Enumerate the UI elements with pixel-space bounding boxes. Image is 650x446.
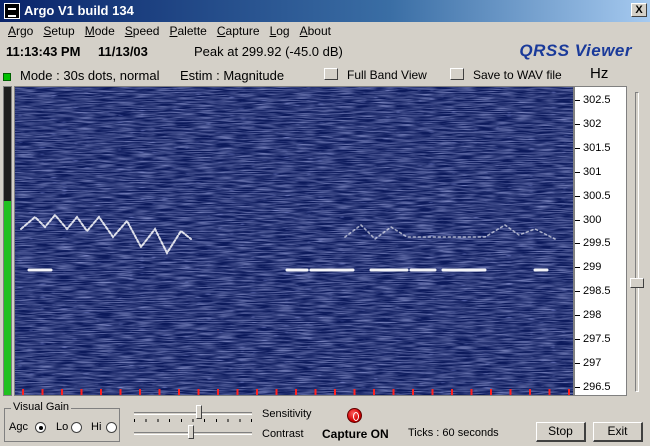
scale-tick-label: 302 <box>583 117 602 130</box>
full-band-view-label[interactable]: Full Band View <box>347 68 427 82</box>
peak-readout: Peak at 299.92 (-45.0 dB) <box>194 44 343 59</box>
scale-tick <box>575 267 580 269</box>
clock-time: 11:13:43 PM <box>6 44 81 59</box>
full-band-view-checkbox[interactable] <box>324 68 338 80</box>
gain-lo-radio[interactable] <box>71 422 82 433</box>
scale-tick-label: 301 <box>583 165 602 178</box>
capture-status: Capture ON <box>322 427 389 441</box>
capture-indicator-icon[interactable] <box>347 408 362 423</box>
scale-tick-label: 299.5 <box>583 237 611 250</box>
app-icon[interactable] <box>4 3 20 19</box>
scale-tick-label: 300 <box>583 213 602 226</box>
scale-tick-label: 297 <box>583 356 602 369</box>
close-button[interactable]: X <box>631 3 647 17</box>
waterfall-canvas[interactable] <box>15 87 574 396</box>
scale-tick <box>575 291 580 293</box>
save-wav-checkbox[interactable] <box>450 68 464 80</box>
menu-argo[interactable]: Argo <box>3 22 38 40</box>
save-wav-label[interactable]: Save to WAV file <box>473 68 562 82</box>
scale-tick-label: 301.5 <box>583 141 611 154</box>
menu-about[interactable]: About <box>295 22 336 40</box>
menu-setup[interactable]: Setup <box>38 22 79 40</box>
window-title: Argo V1 build 134 <box>24 3 134 18</box>
visual-gain-group: Visual Gain Agc Lo Hi <box>4 401 120 442</box>
clock-date: 11/13/03 <box>98 44 148 59</box>
frequency-scale: 302.5 302 301.5 301 300.5 300 299.5 299 298.5 298… <box>574 86 627 396</box>
bottom-panel: Visual Gain Agc Lo Hi Sensitivity Contra… <box>0 400 650 446</box>
menu-speed[interactable]: Speed <box>120 22 165 40</box>
mode-status: Mode : 30s dots, normal <box>20 68 160 83</box>
gain-lo-label[interactable]: Lo <box>56 421 68 433</box>
scale-tick-label: 300.5 <box>583 189 611 202</box>
exit-button[interactable]: Exit <box>593 422 643 442</box>
sensitivity-track <box>134 412 252 415</box>
scale-tick <box>575 315 580 317</box>
sensitivity-label: Sensitivity <box>262 408 312 420</box>
gain-agc-radio[interactable] <box>35 422 46 433</box>
scale-tick <box>575 100 580 101</box>
sensitivity-ticks <box>134 419 252 422</box>
scale-tick-label: 302.5 <box>583 94 611 106</box>
scale-tick-label: 299 <box>583 261 602 274</box>
gain-hi-label[interactable]: Hi <box>91 421 101 433</box>
frequency-offset-slider[interactable] <box>630 92 644 392</box>
scale-tick <box>575 195 580 197</box>
sensitivity-slider[interactable] <box>134 405 252 422</box>
scale-tick-label: 296.5 <box>583 380 611 393</box>
menu-palette[interactable]: Palette <box>164 22 211 40</box>
contrast-thumb[interactable] <box>187 425 194 439</box>
sensitivity-thumb[interactable] <box>195 405 202 419</box>
scale-tick <box>575 339 580 340</box>
menu-bar: Argo Setup Mode Speed Palette Capture Lo… <box>0 22 650 40</box>
menu-log[interactable]: Log <box>265 22 295 40</box>
ticks-interval: Ticks : 60 seconds <box>408 427 499 439</box>
scale-tick-label: 298.5 <box>583 285 611 298</box>
gain-agc-label[interactable]: Agc <box>9 421 28 433</box>
scale-tick-label: 298 <box>583 309 602 322</box>
scale-tick <box>575 219 580 221</box>
scale-tick <box>575 243 580 245</box>
scale-tick <box>575 123 580 125</box>
slider-thumb[interactable] <box>630 277 644 288</box>
contrast-label: Contrast <box>262 428 304 440</box>
signal-level-fill <box>4 200 11 395</box>
unit-label: Hz <box>590 65 609 82</box>
title-bar: Argo V1 build 134 X <box>0 0 650 22</box>
scale-tick <box>575 386 580 388</box>
visual-gain-title: Visual Gain <box>11 401 72 413</box>
contrast-slider[interactable] <box>134 425 252 439</box>
scale-tick-label: 297.5 <box>583 333 611 345</box>
status-led-icon <box>3 73 11 81</box>
estim-status: Estim : Magnitude <box>180 68 285 83</box>
brand-logo: QRSS Viewer <box>519 41 632 60</box>
mode-row: Mode : 30s dots, normal Estim : Magnitud… <box>0 64 650 86</box>
scale-tick <box>575 362 580 364</box>
signal-level-bar <box>3 86 12 396</box>
stop-button[interactable]: Stop <box>536 422 586 442</box>
waterfall-display[interactable] <box>14 86 574 396</box>
scale-tick <box>575 171 580 173</box>
info-row: 11:13:43 PM 11/13/03 Peak at 299.92 (-45… <box>0 40 650 62</box>
gain-hi-radio[interactable] <box>106 422 117 433</box>
menu-capture[interactable]: Capture <box>212 22 265 40</box>
scale-tick <box>575 147 580 149</box>
menu-mode[interactable]: Mode <box>80 22 120 40</box>
slider-track[interactable] <box>635 92 639 392</box>
